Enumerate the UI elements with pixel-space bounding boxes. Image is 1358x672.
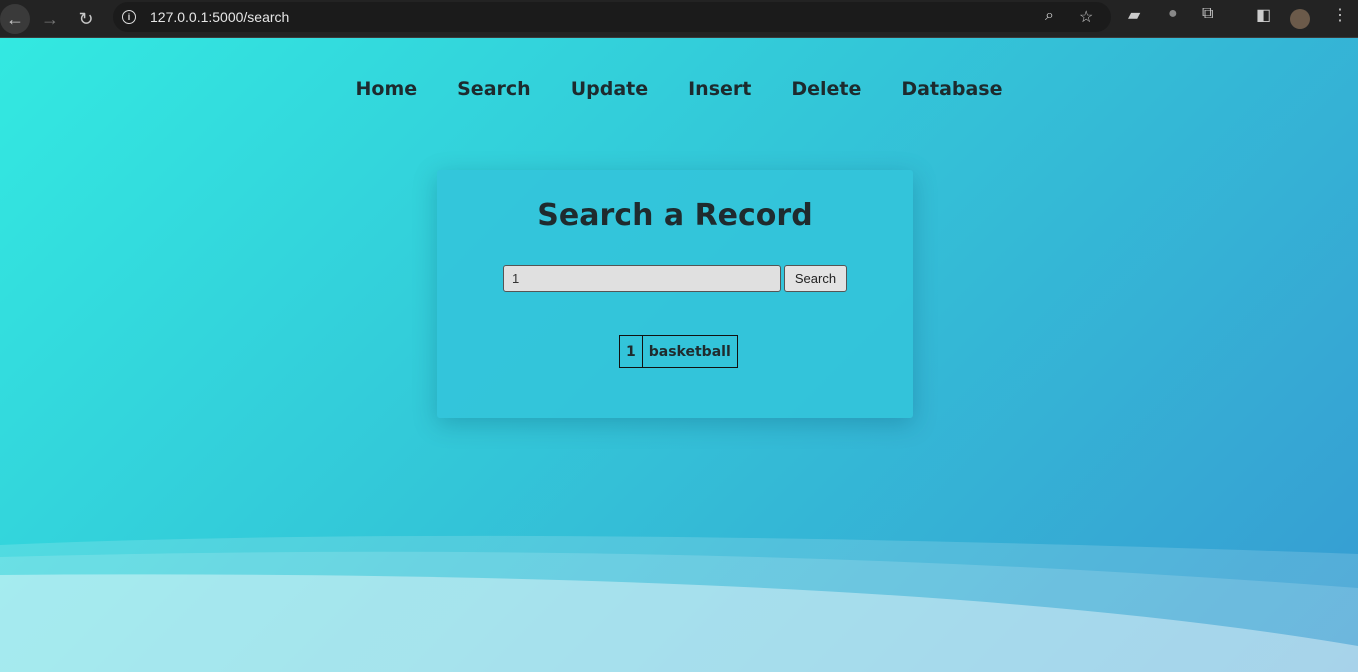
- extensions-puzzle-icon[interactable]: ⧉: [1202, 5, 1213, 23]
- zoom-icon[interactable]: ⌕: [1045, 7, 1054, 25]
- nav-insert[interactable]: Insert: [688, 78, 751, 100]
- bookmark-star-icon[interactable]: ☆: [1079, 7, 1093, 27]
- nav-search[interactable]: Search: [457, 78, 531, 100]
- address-bar[interactable]: i 127.0.0.1:5000/search ⌕ ☆: [113, 2, 1111, 32]
- search-input[interactable]: [503, 265, 781, 292]
- nav-delete[interactable]: Delete: [791, 78, 861, 100]
- page: Home Search Update Insert Delete Databas…: [0, 38, 1358, 672]
- search-card: Search a Record Search 1 basketball: [437, 170, 913, 418]
- page-title: Search a Record: [537, 198, 813, 233]
- side-panel-icon[interactable]: ◧: [1256, 5, 1271, 25]
- back-icon[interactable]: ←: [0, 4, 30, 34]
- search-form: Search: [503, 265, 847, 292]
- browser-toolbar: ← → ↻ i 127.0.0.1:5000/search ⌕ ☆ ▰ ● ⧉ …: [0, 0, 1358, 38]
- site-info-icon[interactable]: i: [122, 10, 136, 24]
- url-text: 127.0.0.1:5000/search: [150, 9, 290, 25]
- search-button[interactable]: Search: [784, 265, 847, 292]
- forward-icon[interactable]: →: [35, 4, 65, 34]
- menu-kebab-icon[interactable]: ⋮: [1332, 5, 1348, 25]
- profile-avatar[interactable]: [1290, 9, 1310, 29]
- nav-home[interactable]: Home: [355, 78, 417, 100]
- nav-database[interactable]: Database: [901, 78, 1002, 100]
- nav-update[interactable]: Update: [571, 78, 648, 100]
- extension-bug-icon[interactable]: ●: [1168, 5, 1178, 23]
- results-table: 1 basketball: [619, 335, 738, 368]
- extension-icon[interactable]: ▰: [1128, 5, 1140, 25]
- wave-decoration: [0, 535, 1358, 672]
- table-row: 1 basketball: [619, 335, 738, 368]
- main-nav: Home Search Update Insert Delete Databas…: [0, 78, 1358, 100]
- result-id: 1: [619, 335, 643, 368]
- result-name: basketball: [641, 335, 738, 368]
- reload-icon[interactable]: ↻: [71, 4, 101, 34]
